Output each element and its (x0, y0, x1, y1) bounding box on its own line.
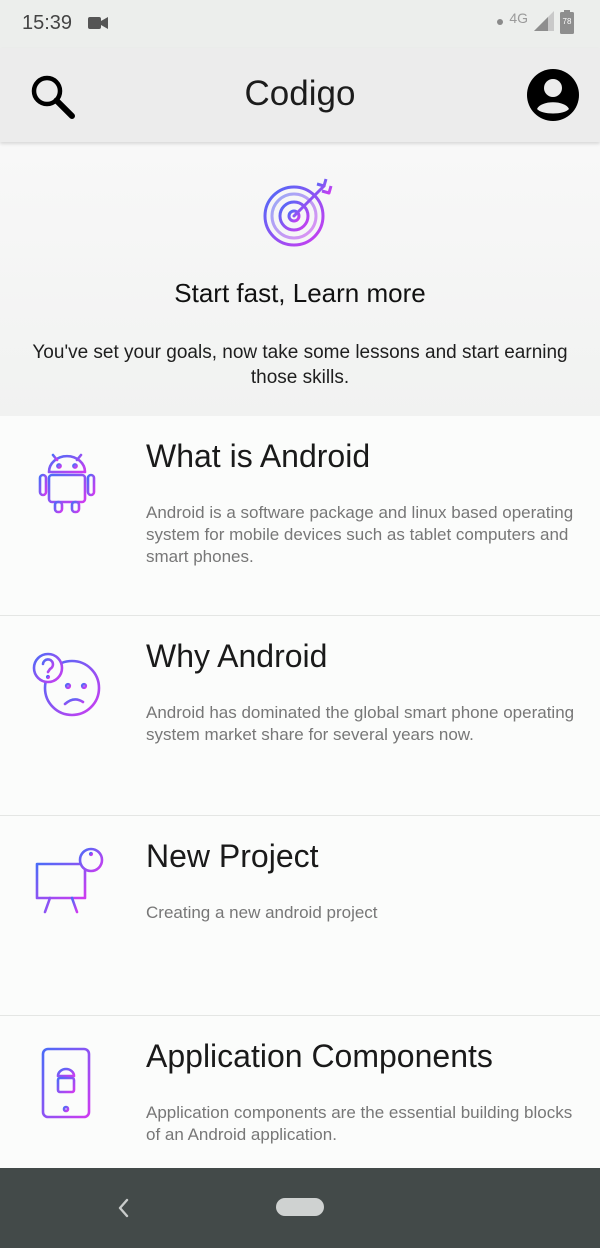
notification-dot-icon (497, 19, 504, 25)
lesson-description: Application components are the essential… (146, 1103, 573, 1144)
account-button[interactable] (526, 68, 580, 122)
app-title: Codigo (244, 74, 356, 113)
network-type: 4G (509, 10, 528, 26)
back-chevron-icon[interactable] (112, 1194, 136, 1222)
lesson-card-what-is-android[interactable]: What is Android Android is a software pa… (0, 416, 600, 616)
app-screen: 15:39 4G 78 Codigo Start fast, Learn mor… (0, 0, 600, 1248)
status-indicators: 4G 78 (497, 10, 574, 34)
hero-title: Start fast, Learn more (174, 278, 426, 308)
lesson-description: Android has dominated the global smart p… (146, 703, 575, 744)
app-bar: Codigo (0, 48, 600, 142)
hero-section: Start fast, Learn more You've set your g… (0, 142, 600, 416)
video-camera-icon (88, 16, 108, 35)
presentation-board-info-icon (31, 847, 104, 914)
lesson-card-why-android[interactable]: Why Android Android has dominated the gl… (0, 616, 600, 816)
battery-icon: 78 (560, 10, 574, 34)
status-bar: 15:39 4G 78 (0, 0, 600, 48)
phone-android-icon (41, 1047, 95, 1119)
home-pill-button[interactable] (276, 1198, 324, 1216)
system-navigation-bar (0, 1168, 600, 1248)
android-robot-icon (38, 453, 96, 514)
signal-icon (534, 10, 554, 34)
lesson-title: Why Android (146, 638, 328, 674)
lesson-title: New Project (146, 838, 319, 874)
lesson-list: What is Android Android is a software pa… (0, 416, 600, 1168)
lesson-title: Application Components (146, 1038, 493, 1074)
lesson-card-application-components[interactable]: Application Components Application compo… (0, 1016, 600, 1168)
account-circle-icon (527, 69, 579, 121)
hero-subtitle: You've set your goals, now take some les… (32, 342, 568, 388)
target-arrow-icon (263, 178, 333, 247)
status-time: 15:39 (22, 12, 73, 34)
confused-face-question-icon (32, 652, 101, 717)
lesson-description: Android is a software package and linux … (146, 503, 574, 566)
lesson-description: Creating a new android project (146, 903, 378, 922)
lesson-title: What is Android (146, 438, 371, 474)
battery-level: 78 (562, 17, 572, 26)
lesson-card-new-project[interactable]: New Project Creating a new android proje… (0, 816, 600, 1016)
